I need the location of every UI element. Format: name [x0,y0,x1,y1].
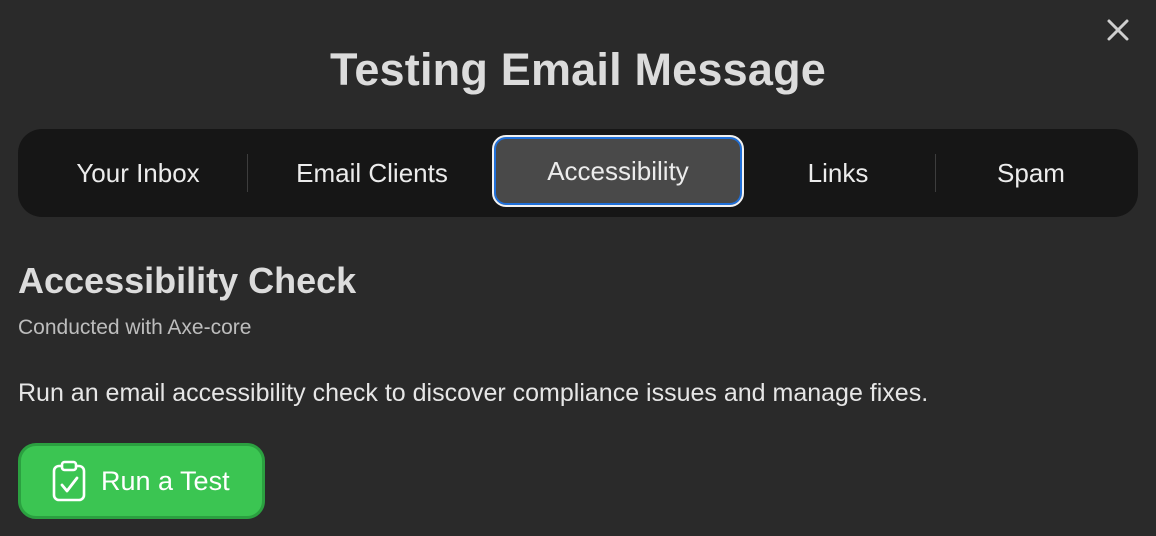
section-description: Run an email accessibility check to disc… [18,379,929,407]
tab-label: Spam [997,157,1065,188]
tab-bar: Your Inbox Email Clients Accessibility L… [18,129,1138,217]
run-test-label: Run a Test [101,465,230,496]
section-title: Accessibility Check [18,260,357,301]
tab-label: Your Inbox [76,157,200,188]
tab-accessibility[interactable]: Accessibility [492,135,744,207]
run-test-button[interactable]: Run a Test [18,443,265,519]
tab-label: Accessibility [547,155,689,186]
testing-email-dialog: Testing Email Message Your Inbox Email C… [0,0,1156,536]
tab-links[interactable]: Links [758,129,918,217]
tab-label: Links [807,157,869,188]
dialog-title: Testing Email Message [329,44,827,95]
tab-divider [247,154,248,192]
section-subtitle: Conducted with Axe-core [18,316,252,339]
tab-label: Email Clients [296,157,448,188]
tab-email-clients[interactable]: Email Clients [267,129,477,217]
tab-your-inbox[interactable]: Your Inbox [48,129,228,217]
tab-spam[interactable]: Spam [936,129,1126,217]
clipboard-check-icon [51,460,87,502]
